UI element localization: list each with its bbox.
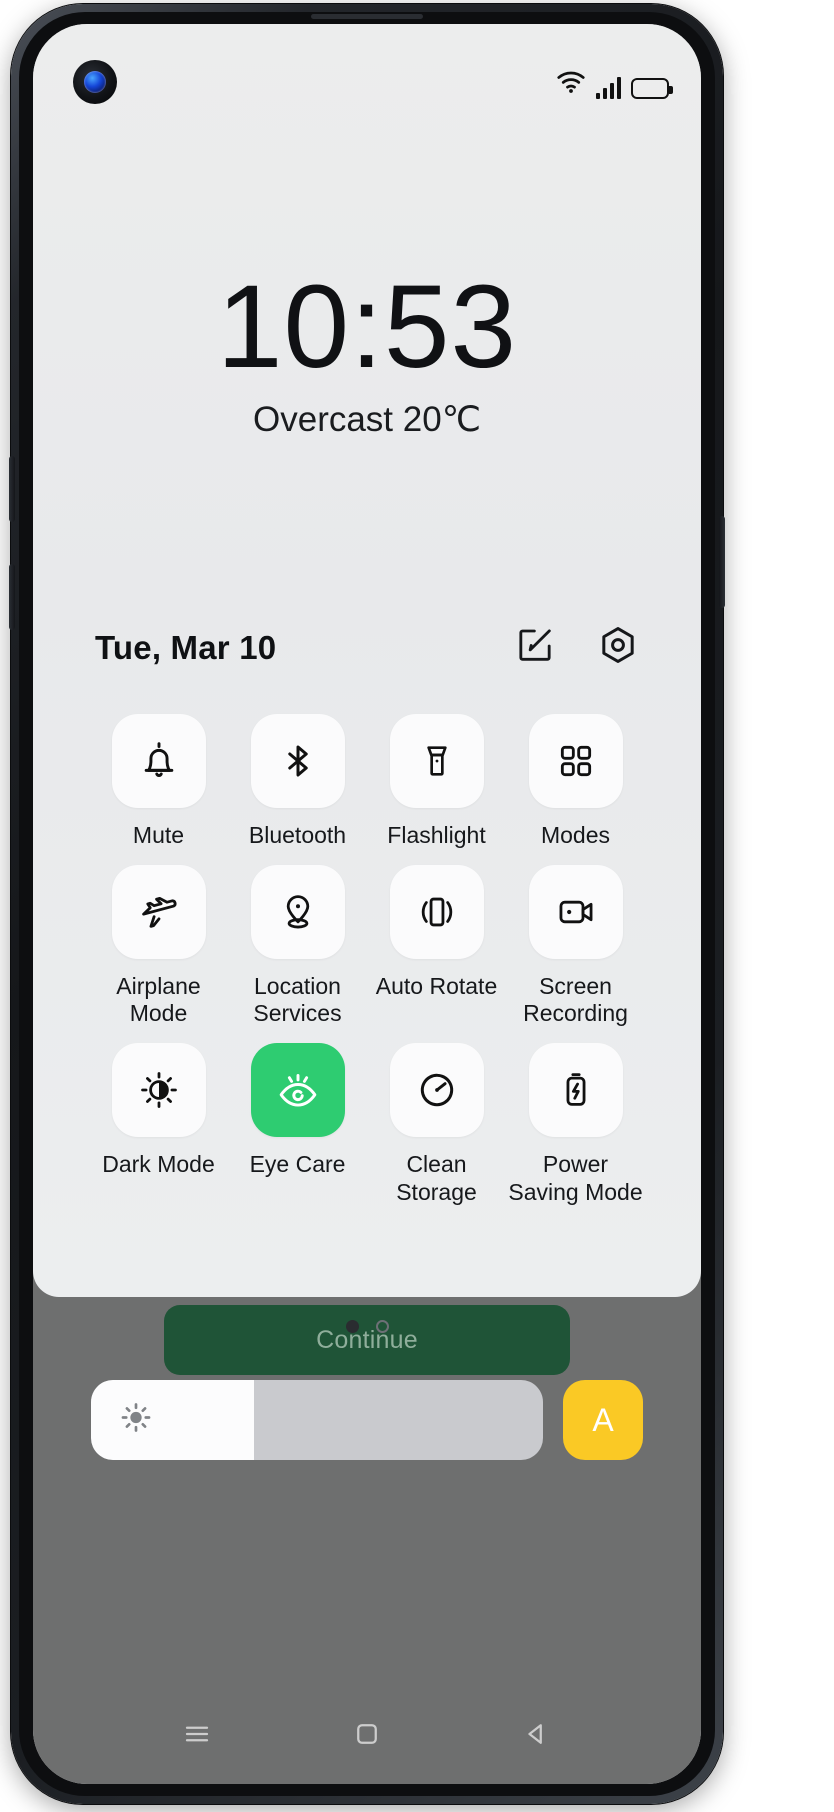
tile-label: Power Saving Mode <box>508 1151 643 1205</box>
tile-button[interactable] <box>390 1043 484 1137</box>
tile-label: Flashlight <box>387 822 485 849</box>
wifi-icon <box>556 70 586 99</box>
weather-summary: Overcast 20℃ <box>33 400 701 440</box>
status-bar <box>33 24 701 116</box>
tile-label: Screen Recording <box>508 973 643 1027</box>
tile-modes[interactable]: Modes <box>506 714 645 849</box>
page-dot[interactable] <box>376 1320 389 1333</box>
tile-location-services[interactable]: Location Services <box>228 865 367 1027</box>
page-indicator <box>33 1320 701 1333</box>
system-nav-bar <box>33 1688 701 1784</box>
phone-device-frame: Continue <box>11 4 723 1804</box>
tile-label: Airplane Mode <box>91 973 226 1027</box>
front-camera-punch-hole <box>73 60 117 104</box>
phone-screen: Continue <box>33 24 701 1784</box>
tile-mute[interactable]: Mute <box>89 714 228 849</box>
tile-label: Auto Rotate <box>376 973 497 1000</box>
tile-label: Dark Mode <box>102 1151 214 1178</box>
continue-button[interactable]: Continue <box>164 1305 570 1375</box>
tile-label: Modes <box>541 822 610 849</box>
brightness-row: A <box>33 1380 701 1460</box>
tile-bluetooth[interactable]: Bluetooth <box>228 714 367 849</box>
volume-up-button[interactable] <box>9 456 15 522</box>
volume-down-button[interactable] <box>9 564 15 630</box>
home-icon[interactable] <box>352 1719 382 1754</box>
tile-auto-rotate[interactable]: Auto Rotate <box>367 865 506 1027</box>
tile-button[interactable] <box>251 1043 345 1137</box>
tile-label: Location Services <box>230 973 365 1027</box>
tile-button[interactable] <box>529 714 623 808</box>
panel-header-row: Tue, Mar 10 <box>33 624 701 671</box>
tile-label: Eye Care <box>250 1151 346 1178</box>
tile-button[interactable] <box>112 714 206 808</box>
panel-header-actions <box>515 624 639 671</box>
cellular-signal-icon <box>596 77 621 99</box>
tile-clean-storage[interactable]: Clean Storage <box>367 1043 506 1205</box>
tile-button[interactable] <box>251 714 345 808</box>
power-button[interactable] <box>719 516 725 608</box>
tile-button[interactable] <box>251 865 345 959</box>
tile-screen-recording[interactable]: Screen Recording <box>506 865 645 1027</box>
tile-button[interactable] <box>529 1043 623 1137</box>
quick-settings-panel: 10:53 Overcast 20℃ Tue, Mar 10 <box>33 24 701 1297</box>
tile-button[interactable] <box>112 865 206 959</box>
tile-button[interactable] <box>529 865 623 959</box>
brightness-slider[interactable] <box>91 1380 543 1460</box>
tile-flashlight[interactable]: Flashlight <box>367 714 506 849</box>
recents-icon[interactable] <box>182 1719 212 1754</box>
tile-label: Mute <box>133 822 184 849</box>
edit-icon[interactable] <box>515 625 555 670</box>
battery-full-icon <box>631 78 669 99</box>
status-icons <box>556 70 669 99</box>
clock-time: 10:53 <box>33 266 701 390</box>
tile-dark-mode[interactable]: Dark Mode <box>89 1043 228 1205</box>
tile-label: Bluetooth <box>249 822 346 849</box>
earpiece-speaker <box>311 14 423 19</box>
brightness-fill <box>91 1380 254 1460</box>
lockscreen-clock-block: 10:53 Overcast 20℃ <box>33 266 701 440</box>
gear-icon[interactable] <box>597 624 639 671</box>
tile-button[interactable] <box>390 714 484 808</box>
current-date: Tue, Mar 10 <box>95 629 276 667</box>
tile-button[interactable] <box>112 1043 206 1137</box>
page-dot-active[interactable] <box>346 1320 359 1333</box>
tile-power-saving-mode[interactable]: Power Saving Mode <box>506 1043 645 1205</box>
tile-label: Clean Storage <box>369 1151 504 1205</box>
screenshot-root: Continue <box>0 0 834 1812</box>
quick-settings-tiles: Mute Bluetooth <box>33 714 701 1206</box>
camera-lens <box>84 71 106 93</box>
tile-button[interactable] <box>390 865 484 959</box>
sun-icon <box>119 1401 153 1440</box>
back-icon[interactable] <box>522 1719 552 1754</box>
tile-eye-care[interactable]: Eye Care <box>228 1043 367 1205</box>
auto-brightness-button[interactable]: A <box>563 1380 643 1460</box>
tile-airplane-mode[interactable]: Airplane Mode <box>89 865 228 1027</box>
